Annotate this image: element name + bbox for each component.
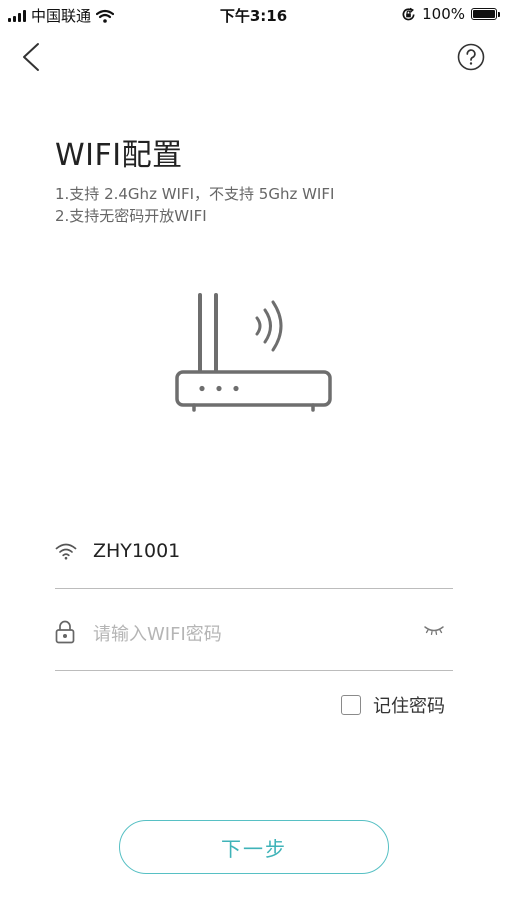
eye-closed-icon (424, 626, 444, 636)
question-circle-icon (457, 43, 485, 71)
tip-item: 1.支持 2.4Ghz WIFI，不支持 5Ghz WIFI (55, 185, 335, 203)
lock-icon (55, 620, 75, 644)
wifi-icon (55, 543, 77, 560)
ssid-name: ZHY1001 (93, 540, 181, 562)
help-button[interactable] (457, 43, 485, 71)
remember-password-checkbox[interactable] (341, 695, 361, 715)
password-field[interactable] (55, 610, 453, 671)
status-bar-right: 100% (401, 5, 500, 23)
orientation-lock-icon (402, 7, 415, 20)
next-step-button[interactable]: 下一步 (119, 820, 389, 874)
ssid-field[interactable]: ZHY1001 (55, 530, 453, 589)
chevron-left-icon (23, 43, 39, 71)
tips-list: 1.支持 2.4Ghz WIFI，不支持 5Ghz WIFI 2.支持无密码开放… (55, 183, 334, 227)
page-title: WIFI配置 (55, 138, 183, 173)
back-button[interactable] (16, 40, 46, 74)
remember-password-option[interactable]: 记住密码 (341, 692, 445, 718)
remember-password-label: 记住密码 (373, 696, 445, 717)
status-bar: 中国联通 下午3:16 100% (0, 0, 507, 30)
password-input[interactable] (93, 620, 413, 648)
toggle-password-visibility-button[interactable] (423, 622, 445, 636)
router-illustration-icon (175, 293, 332, 412)
battery-icon (471, 8, 500, 20)
tip-item: 2.支持无密码开放WIFI (55, 207, 207, 225)
battery-percent: 100% (422, 5, 465, 23)
